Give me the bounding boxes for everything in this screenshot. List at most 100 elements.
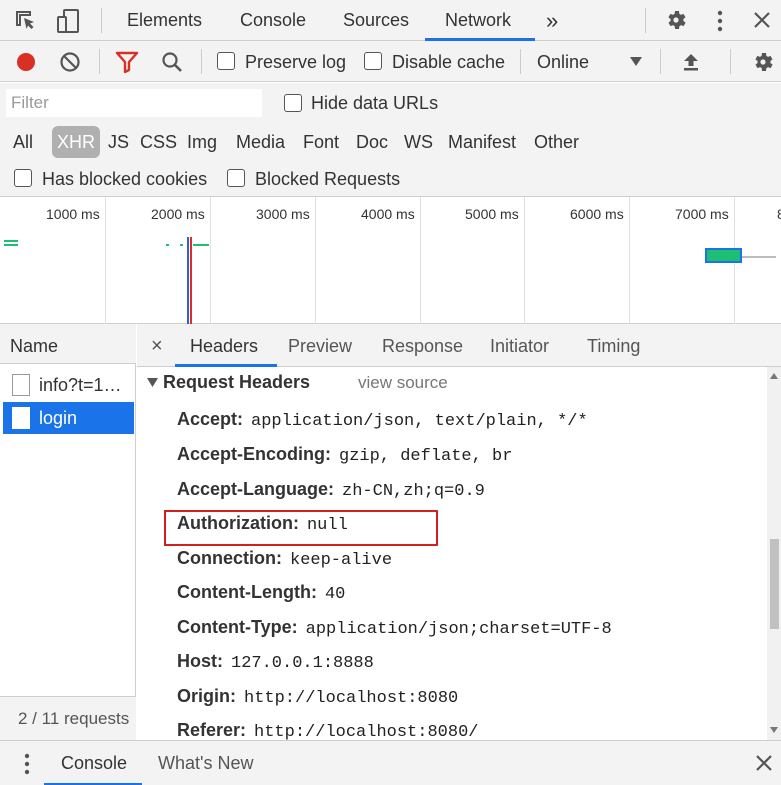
header-value: 40	[324, 585, 346, 604]
tab-sources[interactable]: Sources	[343, 0, 409, 41]
request-list-pane: Name info?t=1… login 2 / 11 requests	[0, 324, 136, 740]
type-filter-font[interactable]: Font	[303, 123, 339, 161]
timeline-tick-label: 4000 ms	[361, 206, 415, 222]
close-detail-icon[interactable]: ×	[151, 324, 163, 367]
timeline-gridline	[315, 197, 316, 324]
header-row: Accept-Language: zh-CN,zh;q=0.9	[177, 479, 485, 501]
header-name: Accept-Language:	[177, 479, 335, 499]
close-drawer-icon[interactable]	[754, 753, 774, 773]
type-filter-manifest[interactable]: Manifest	[448, 123, 516, 161]
dom-content-loaded-marker	[187, 237, 189, 324]
drawer-tab-console[interactable]: Console	[61, 741, 127, 785]
tab-initiator[interactable]: Initiator	[490, 324, 549, 367]
preserve-log-checkbox[interactable]	[217, 52, 235, 70]
timeline-request-bar	[193, 244, 209, 246]
timeline-tick-label: 8	[777, 206, 781, 222]
devtools-tab-bar: Elements Console Sources Network »	[0, 0, 781, 41]
type-filter-xhr[interactable]: XHR	[52, 126, 101, 158]
divider	[730, 49, 731, 74]
clear-icon[interactable]	[59, 51, 81, 73]
record-icon[interactable]	[15, 51, 37, 73]
tab-console[interactable]: Console	[240, 0, 306, 41]
network-settings-gear-icon[interactable]	[751, 50, 775, 74]
timeline-overview[interactable]: 1000 ms 2000 ms 3000 ms 4000 ms 5000 ms …	[0, 197, 781, 324]
filter-funnel-icon[interactable]	[115, 51, 139, 73]
timeline-tick-label: 1000 ms	[46, 206, 100, 222]
timeline-tick-label: 6000 ms	[570, 206, 624, 222]
scroll-down-arrow-icon[interactable]	[770, 727, 778, 733]
header-name: Authorization:	[177, 513, 299, 533]
divider	[99, 49, 100, 74]
disable-cache-label: Disable cache	[392, 52, 506, 72]
timeline-tick-label: 7000 ms	[675, 206, 729, 222]
kebab-menu-icon[interactable]	[710, 9, 730, 33]
type-filter-img[interactable]: Img	[187, 123, 217, 161]
search-icon[interactable]	[160, 50, 184, 74]
timeline-gridline	[524, 197, 525, 324]
header-value: http://localhost:8080	[244, 689, 459, 708]
header-value: 127.0.0.1:8888	[231, 654, 374, 673]
preserve-log-label: Preserve log	[245, 52, 347, 72]
inspect-element-icon[interactable]	[14, 9, 38, 33]
has-blocked-cookies-checkbox[interactable]	[14, 169, 32, 187]
header-name: Accept-Encoding:	[177, 444, 332, 464]
tab-headers[interactable]: Headers	[190, 324, 258, 367]
type-filter-doc[interactable]: Doc	[356, 123, 388, 161]
blocked-filter-row: Has blocked cookies Blocked Requests	[0, 161, 781, 197]
throttling-value: Online	[537, 52, 590, 72]
divider	[101, 8, 102, 33]
headers-panel: Request Headers view source Accept: appli…	[137, 367, 781, 740]
header-value: application/json;charset=UTF-8	[305, 620, 612, 639]
header-value: null	[306, 516, 348, 535]
header-name: Referer:	[177, 720, 247, 740]
request-row-selected[interactable]: login	[3, 402, 134, 434]
header-value: keep-alive	[290, 551, 393, 570]
header-name: Content-Length:	[177, 582, 317, 602]
drawer-menu-icon[interactable]	[17, 752, 37, 776]
view-source-link[interactable]: view source	[358, 373, 448, 393]
name-column-header[interactable]: Name	[0, 324, 136, 364]
scroll-up-arrow-icon[interactable]	[770, 373, 778, 379]
more-tabs-button[interactable]: »	[546, 0, 558, 41]
request-detail-tabs: × Headers Preview Response Initiator Tim…	[137, 324, 781, 367]
tab-preview[interactable]: Preview	[288, 324, 352, 367]
import-har-upload-icon[interactable]	[680, 51, 702, 73]
tab-timing[interactable]: Timing	[587, 324, 640, 367]
header-value: zh-CN,zh;q=0.9	[342, 482, 485, 501]
type-filter-other[interactable]: Other	[534, 123, 579, 161]
network-toolbar: Preserve log Disable cache Online	[0, 41, 781, 82]
request-headers-section-toggle[interactable]: Request Headers	[147, 372, 310, 393]
filter-row: Hide data URLs	[0, 83, 781, 123]
header-row-authorization: Authorization: null	[177, 513, 348, 535]
type-filter-all[interactable]: All	[13, 123, 33, 161]
drawer-tab-whats-new[interactable]: What's New	[158, 741, 253, 785]
type-filter-css[interactable]: CSS	[140, 123, 177, 161]
dropdown-arrow-icon	[630, 57, 642, 67]
bottom-drawer: Console What's New	[0, 740, 781, 785]
device-toolbar-icon[interactable]	[55, 8, 81, 34]
throttling-select[interactable]: Online	[530, 45, 650, 78]
timeline-tick-label: 2000 ms	[151, 206, 205, 222]
load-event-marker	[190, 237, 192, 324]
document-icon	[12, 407, 30, 429]
type-filter-js[interactable]: JS	[108, 123, 129, 161]
header-row: Origin: http://localhost:8080	[177, 686, 458, 708]
tab-response[interactable]: Response	[382, 324, 463, 367]
hide-data-urls-checkbox[interactable]	[284, 94, 302, 112]
timeline-gridline	[420, 197, 421, 324]
divider	[660, 49, 661, 74]
header-row: Accept: application/json, text/plain, */*	[177, 409, 588, 431]
request-headers-title: Request Headers	[163, 372, 311, 392]
close-devtools-icon[interactable]	[752, 10, 772, 30]
scrollbar-thumb[interactable]	[770, 539, 779, 629]
type-filter-ws[interactable]: WS	[404, 123, 433, 161]
type-filter-media[interactable]: Media	[236, 123, 285, 161]
request-row[interactable]: info?t=1…	[3, 369, 134, 401]
settings-gear-icon[interactable]	[664, 8, 688, 32]
disable-cache-checkbox[interactable]	[364, 52, 382, 70]
header-row: Referer: http://localhost:8080/	[177, 720, 478, 740]
blocked-requests-checkbox[interactable]	[227, 169, 245, 187]
filter-input[interactable]	[6, 89, 262, 117]
tab-elements[interactable]: Elements	[127, 0, 202, 41]
tab-network[interactable]: Network	[445, 0, 511, 41]
